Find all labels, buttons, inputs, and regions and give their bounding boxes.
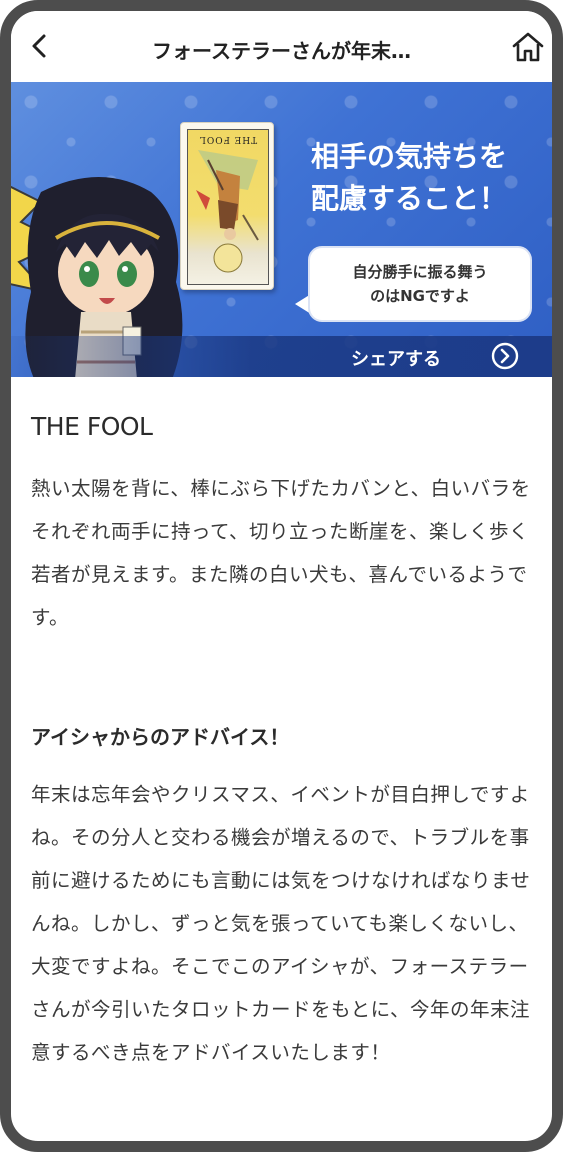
share-button[interactable]: シェアする	[11, 336, 552, 377]
result-banner: THE FOOL 相手の気持ちを 配慮すること！ 自分勝手に振る舞う のはNGで…	[11, 82, 552, 377]
card-description: 熱い太陽を背に、棒にぶら下げたカバンと、白いバラをそれぞれ両手に持って、切り立っ…	[31, 477, 531, 629]
chevron-left-icon	[32, 34, 46, 58]
banner-heading-line2: 配慮すること！	[311, 182, 508, 215]
result-content: THE FOOL 熱い太陽を背に、棒にぶら下げたカバンと、白いバラをそれぞれ両手…	[31, 407, 533, 1074]
page-title: フォーステラーさんが年末…	[152, 39, 411, 63]
phone-frame: フォーステラーさんが年末… THE FOOL 相手の気持ちを 配慮すること！ 自…	[0, 0, 563, 1152]
speech-bubble-text: 自分勝手に振る舞う のはNGですよ	[310, 260, 530, 308]
speech-bubble: 自分勝手に振る舞う のはNGですよ	[308, 246, 532, 322]
home-button[interactable]	[510, 29, 546, 65]
bubble-line1: 自分勝手に振る舞う	[352, 263, 488, 281]
card-name-heading: THE FOOL	[31, 412, 153, 441]
bubble-line2: のはNGですよ	[370, 287, 470, 305]
advice-text: 年末は忘年会やクリスマス、イベントが目白押しですよね。その分人と交わる機会が増え…	[31, 783, 531, 1064]
tarot-card-image: THE FOOL	[180, 122, 274, 290]
share-label: シェアする	[351, 349, 441, 370]
tarot-card-artwork: THE FOOL	[187, 129, 269, 285]
fool-figure-illustration	[196, 150, 259, 273]
advice-heading: アイシャからのアドバイス！	[31, 725, 290, 749]
back-button[interactable]	[25, 31, 55, 61]
chevron-right-circle-icon	[491, 342, 519, 370]
app-header: フォーステラーさんが年末…	[11, 11, 552, 83]
banner-heading-line1: 相手の気持ちを	[311, 140, 508, 173]
banner-heading: 相手の気持ちを 配慮すること！	[311, 136, 541, 220]
home-icon	[512, 32, 544, 62]
